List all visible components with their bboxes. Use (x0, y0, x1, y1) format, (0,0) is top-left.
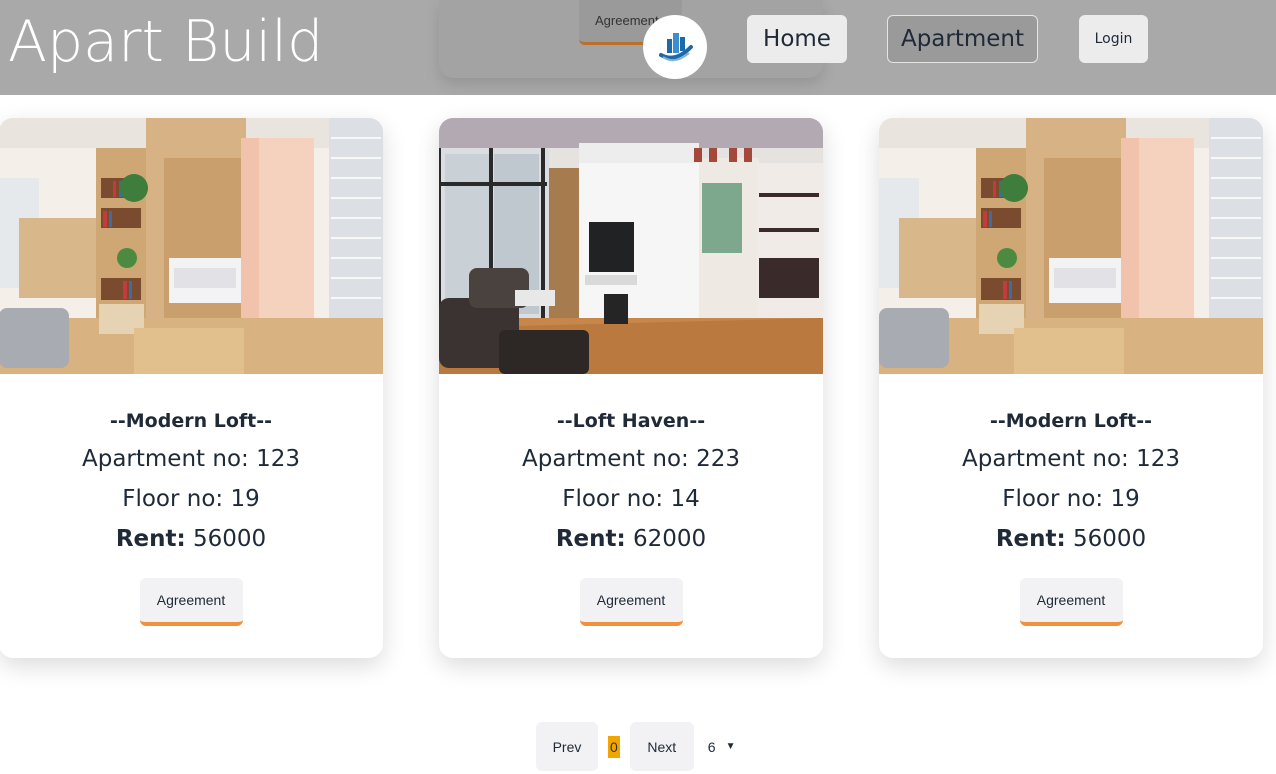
nav-apartment-button[interactable]: Apartment (887, 15, 1038, 63)
current-page-indicator[interactable]: 0 (608, 735, 620, 758)
rent-line: Rent: 56000 (0, 526, 383, 552)
per-page-value: 6 (707, 738, 716, 755)
rent-value: 56000 (1073, 526, 1147, 552)
floor-number: Floor no: 19 (1002, 486, 1140, 512)
apartment-number: Apartment no: 123 (82, 446, 300, 472)
chevron-down-icon: ▼ (725, 741, 736, 752)
apartment-photo (879, 118, 1263, 374)
apartment-photo (0, 118, 383, 374)
floor-number: Floor no: 19 (122, 486, 260, 512)
apartment-number: Apartment no: 223 (522, 446, 740, 472)
agreement-button[interactable]: Agreement (1019, 578, 1123, 626)
floor-number: Floor no: 14 (562, 486, 700, 512)
apartment-card: --Modern Loft-- Apartment no: 123 Floor … (0, 118, 383, 658)
apartment-name: --Modern Loft-- (989, 410, 1152, 432)
agreement-button[interactable]: Agreement (139, 578, 243, 626)
nav-home-button[interactable]: Home (747, 15, 847, 63)
rent-label: Rent: (555, 526, 626, 552)
apartment-photo (439, 118, 823, 374)
apartment-number: Apartment no: 123 (962, 446, 1180, 472)
rent-label: Rent: (115, 526, 186, 552)
building-logo-icon[interactable] (643, 15, 707, 79)
rent-label: Rent: (995, 526, 1066, 552)
agreement-button[interactable]: Agreement (579, 578, 683, 626)
apartment-card: --Loft Haven-- Apartment no: 223 Floor n… (439, 118, 823, 658)
brand-title[interactable]: Apart Build (8, 14, 323, 71)
next-page-button[interactable]: Next (629, 722, 694, 771)
apartment-name: --Modern Loft-- (109, 410, 272, 432)
rent-line: Rent: 62000 (439, 526, 823, 552)
apartment-card: --Modern Loft-- Apartment no: 123 Floor … (879, 118, 1263, 658)
prev-page-button[interactable]: Prev (536, 722, 598, 771)
login-button[interactable]: Login (1079, 15, 1148, 63)
rent-value: 62000 (633, 526, 707, 552)
per-page-select[interactable]: 6 ▼ (708, 739, 736, 755)
rent-value: 56000 (193, 526, 267, 552)
rent-line: Rent: 56000 (879, 526, 1263, 552)
pagination: Prev 0 Next 6 ▼ (536, 722, 736, 771)
apartment-name: --Loft Haven-- (556, 410, 706, 432)
